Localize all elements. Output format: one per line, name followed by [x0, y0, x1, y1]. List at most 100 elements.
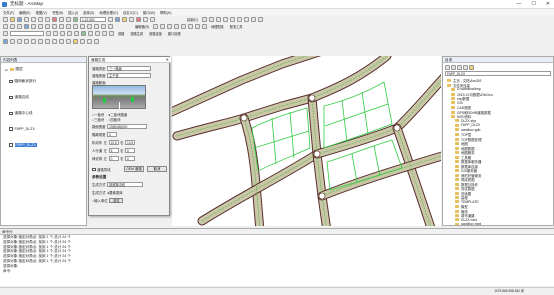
pointer-icon[interactable]	[201, 17, 207, 22]
zoom-in-icon[interactable]	[3, 24, 8, 29]
layer-dropdown[interactable]	[10, 31, 44, 36]
reshape-icon[interactable]	[174, 24, 179, 29]
rectangle-icon[interactable]	[215, 17, 221, 22]
sidewalk-left-input[interactable]: 5	[108, 148, 119, 153]
catalog-item[interactable]: GIS	[451, 101, 463, 105]
motor-right-input[interactable]: 10.5	[124, 140, 135, 145]
tool-icon[interactable]	[102, 31, 107, 36]
search-icon[interactable]	[129, 17, 134, 22]
select-elements-icon[interactable]	[73, 24, 78, 29]
road-gen-label[interactable]: 道路生成	[130, 31, 143, 36]
zoom-out-icon[interactable]	[10, 24, 15, 29]
tool-icon[interactable]	[109, 31, 114, 36]
command-line[interactable]: 命令:	[0, 269, 554, 274]
menu-edit[interactable]: 编辑(E)	[19, 10, 30, 15]
tool-icon[interactable]	[67, 31, 72, 36]
bold-icon[interactable]	[236, 17, 242, 22]
tool-icon[interactable]	[17, 39, 22, 44]
underline-icon[interactable]	[250, 17, 256, 22]
tool-icon[interactable]	[74, 31, 79, 36]
mode-select[interactable]: 按道路中线	[107, 182, 144, 187]
home-icon[interactable]	[463, 65, 468, 70]
forward-icon[interactable]	[52, 24, 57, 29]
connect-folder-icon[interactable]	[469, 65, 474, 70]
georef-label[interactable]: 地理配准	[211, 24, 224, 29]
split-icon[interactable]	[181, 24, 186, 29]
tool-icon[interactable]	[87, 39, 92, 44]
find-icon[interactable]	[87, 24, 92, 29]
menu-help[interactable]: 帮助(H)	[160, 10, 172, 15]
delete-icon[interactable]	[52, 17, 57, 22]
menu-insert[interactable]: 插入(I)	[68, 10, 78, 15]
pan-icon[interactable]	[17, 24, 22, 29]
maximize-button[interactable]: ☐	[531, 1, 535, 7]
up-icon[interactable]	[457, 65, 462, 70]
toc-root[interactable]: ⊟ 图层	[5, 67, 23, 72]
map-canvas[interactable]	[172, 56, 441, 226]
tool-icon[interactable]	[59, 39, 64, 44]
catalog-item[interactable]: DLZX.shp	[455, 119, 476, 123]
toc-layer[interactable]: FAPP_DLZX	[9, 127, 35, 131]
browse-button[interactable]: 浏览	[109, 198, 124, 203]
identify-icon[interactable]	[80, 24, 85, 29]
undo-icon[interactable]	[59, 17, 64, 22]
sketch-tool-icon[interactable]	[160, 24, 165, 29]
georef-tools-label[interactable]: 配准工具	[230, 24, 243, 29]
fixed-zoom-in-icon[interactable]	[31, 24, 36, 29]
hyperlink-icon[interactable]	[101, 24, 106, 29]
radio-four-board[interactable]: ○四板块	[108, 117, 120, 122]
tool-icon[interactable]	[73, 39, 78, 44]
scale-dropdown[interactable]: 1:12,500	[80, 17, 106, 22]
generate-road-button[interactable]: OEM 道路	[124, 166, 144, 172]
tool-icon[interactable]	[88, 31, 93, 36]
tool-icon[interactable]	[66, 39, 71, 44]
python-icon[interactable]	[143, 17, 148, 22]
tool-icon[interactable]	[24, 39, 29, 44]
greenbelt-right-input[interactable]: 0	[124, 156, 135, 161]
tool-icon[interactable]	[60, 31, 65, 36]
cancel-button[interactable]: 取消	[147, 166, 167, 172]
tool-icon[interactable]	[3, 39, 8, 44]
toc-layer[interactable]: 路网面状部分	[9, 79, 36, 84]
model-builder-icon[interactable]	[150, 17, 155, 22]
tool-icon[interactable]	[80, 39, 85, 44]
draw-label[interactable]: 绘制(D)	[187, 17, 198, 22]
toc-layer-selected[interactable]: FAPP_DLZX	[9, 143, 37, 147]
dialog-close-icon[interactable]: ✕	[166, 57, 169, 63]
layer-icon[interactable]	[3, 31, 8, 36]
catalog-item[interactable]: sandbox.gdb	[455, 128, 480, 132]
tool-icon[interactable]	[31, 39, 36, 44]
road-type-select[interactable]: 三一路面	[107, 66, 152, 71]
add-data-icon[interactable]	[73, 17, 78, 22]
italic-icon[interactable]	[243, 17, 249, 22]
catalog-item[interactable]: FAPP_DLZX	[455, 123, 480, 127]
tool-icon[interactable]	[45, 39, 50, 44]
menu-windows[interactable]: 窗口(W)	[143, 10, 155, 15]
arctoolbox-icon[interactable]	[136, 17, 141, 22]
full-extent-icon[interactable]	[24, 24, 29, 29]
catalog-item[interactable]: DLZX.mxd	[455, 218, 477, 222]
tool-icon[interactable]	[52, 39, 57, 44]
tool-icon[interactable]	[94, 39, 99, 44]
road-label[interactable]: 道路	[118, 31, 124, 36]
menu-customize[interactable]: 自定义(C)	[123, 10, 138, 15]
font-color-icon[interactable]	[257, 17, 263, 22]
tool-icon[interactable]	[53, 31, 58, 36]
font-icon[interactable]	[229, 17, 235, 22]
greenbelt-left-input[interactable]: 0	[108, 156, 119, 161]
map-view[interactable]	[172, 56, 441, 226]
back-icon[interactable]	[45, 24, 50, 29]
tool-icon[interactable]	[95, 31, 100, 36]
catalog-location[interactable]: FAPP_DLZX	[445, 71, 551, 76]
output-option-units[interactable]: ○输入单位	[92, 198, 108, 203]
clear-selection-icon[interactable]	[66, 24, 71, 29]
save-icon[interactable]	[17, 17, 22, 22]
output-option-featureclass[interactable]: ●要素类库	[107, 190, 123, 195]
editor-toolbar-icon[interactable]	[108, 17, 113, 22]
new-icon[interactable]	[3, 17, 8, 22]
intersection-label[interactable]: 路口处理	[168, 31, 181, 36]
select-features-icon[interactable]	[59, 24, 64, 29]
catalog-item[interactable]: TEMPLATE	[455, 200, 479, 204]
redo-icon[interactable]	[66, 17, 71, 22]
tool-icon[interactable]	[38, 39, 43, 44]
